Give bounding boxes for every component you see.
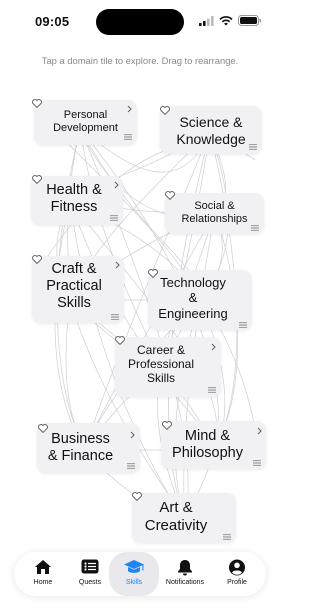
tile-label: Business & Finance	[47, 431, 114, 465]
person-icon	[229, 559, 245, 576]
house-icon	[35, 560, 51, 574]
tab-quests[interactable]: Quests	[66, 552, 114, 596]
list-icon	[81, 559, 99, 574]
drag-handle-icon[interactable]	[124, 134, 132, 140]
tab-bar: Home Quests Skills Notifications Profile	[14, 552, 266, 596]
status-icons	[199, 15, 262, 26]
tile-label: Craft & Practical Skills	[46, 261, 102, 312]
heart-icon[interactable]	[32, 99, 42, 108]
drag-handle-icon[interactable]	[208, 387, 216, 393]
bell-icon	[178, 560, 192, 576]
tile-technology-engineering[interactable]: Technology & Engineering	[148, 269, 252, 330]
drag-handle-icon[interactable]	[223, 534, 231, 540]
tab-label: Profile	[227, 579, 247, 586]
battery-icon	[238, 15, 262, 26]
tile-label: Career & Professional Skills	[127, 343, 195, 386]
drag-handle-icon[interactable]	[110, 215, 118, 221]
tab-profile[interactable]: Profile	[213, 552, 261, 596]
drag-handle-icon[interactable]	[239, 322, 247, 328]
status-time: 09:05	[35, 14, 70, 29]
tile-label: Social & Relationships	[181, 200, 248, 225]
tile-label: Art & Creativity	[144, 499, 208, 534]
signal-icon	[199, 15, 214, 26]
drag-handle-icon[interactable]	[249, 144, 257, 150]
tile-health-fitness[interactable]: Health & Fitness	[31, 175, 123, 225]
tile-label: Science & Knowledge	[176, 114, 246, 147]
tile-business-finance[interactable]: Business & Finance	[37, 423, 140, 473]
tile-career-professional-skills[interactable]: Career & Professional Skills	[115, 336, 221, 397]
drag-handle-icon[interactable]	[127, 463, 135, 469]
tile-label: Mind & Philosophy	[172, 428, 243, 462]
instruction-text: Tap a domain tile to explore. Drag to re…	[41, 55, 239, 66]
tile-social-relationships[interactable]: Social & Relationships	[165, 191, 264, 234]
tile-craft-practical-skills[interactable]: Craft & Practical Skills	[32, 255, 124, 323]
tile-mind-philosophy[interactable]: Mind & Philosophy	[161, 421, 266, 469]
tab-notifications[interactable]: Notifications	[161, 552, 209, 596]
tile-label: Health & Fitness	[46, 182, 102, 216]
drag-handle-icon[interactable]	[253, 460, 261, 466]
tile-art-creativity[interactable]: Art & Creativity	[132, 492, 236, 543]
tab-home[interactable]: Home	[19, 552, 67, 596]
drag-handle-icon[interactable]	[251, 225, 259, 231]
tile-science-knowledge[interactable]: Science & Knowledge	[160, 106, 262, 154]
tile-label: Personal Development	[53, 109, 118, 134]
tile-personal-development[interactable]: Personal Development	[32, 99, 137, 145]
tile-label: Technology & Engineering	[158, 275, 228, 321]
dynamic-island	[96, 9, 184, 35]
heart-icon[interactable]	[165, 191, 175, 200]
graduation-cap-icon	[124, 560, 144, 573]
tab-skills[interactable]: Skills	[109, 552, 159, 596]
status-bar: 09:05	[0, 0, 280, 44]
drag-handle-icon[interactable]	[111, 314, 119, 320]
wifi-icon	[219, 15, 233, 26]
